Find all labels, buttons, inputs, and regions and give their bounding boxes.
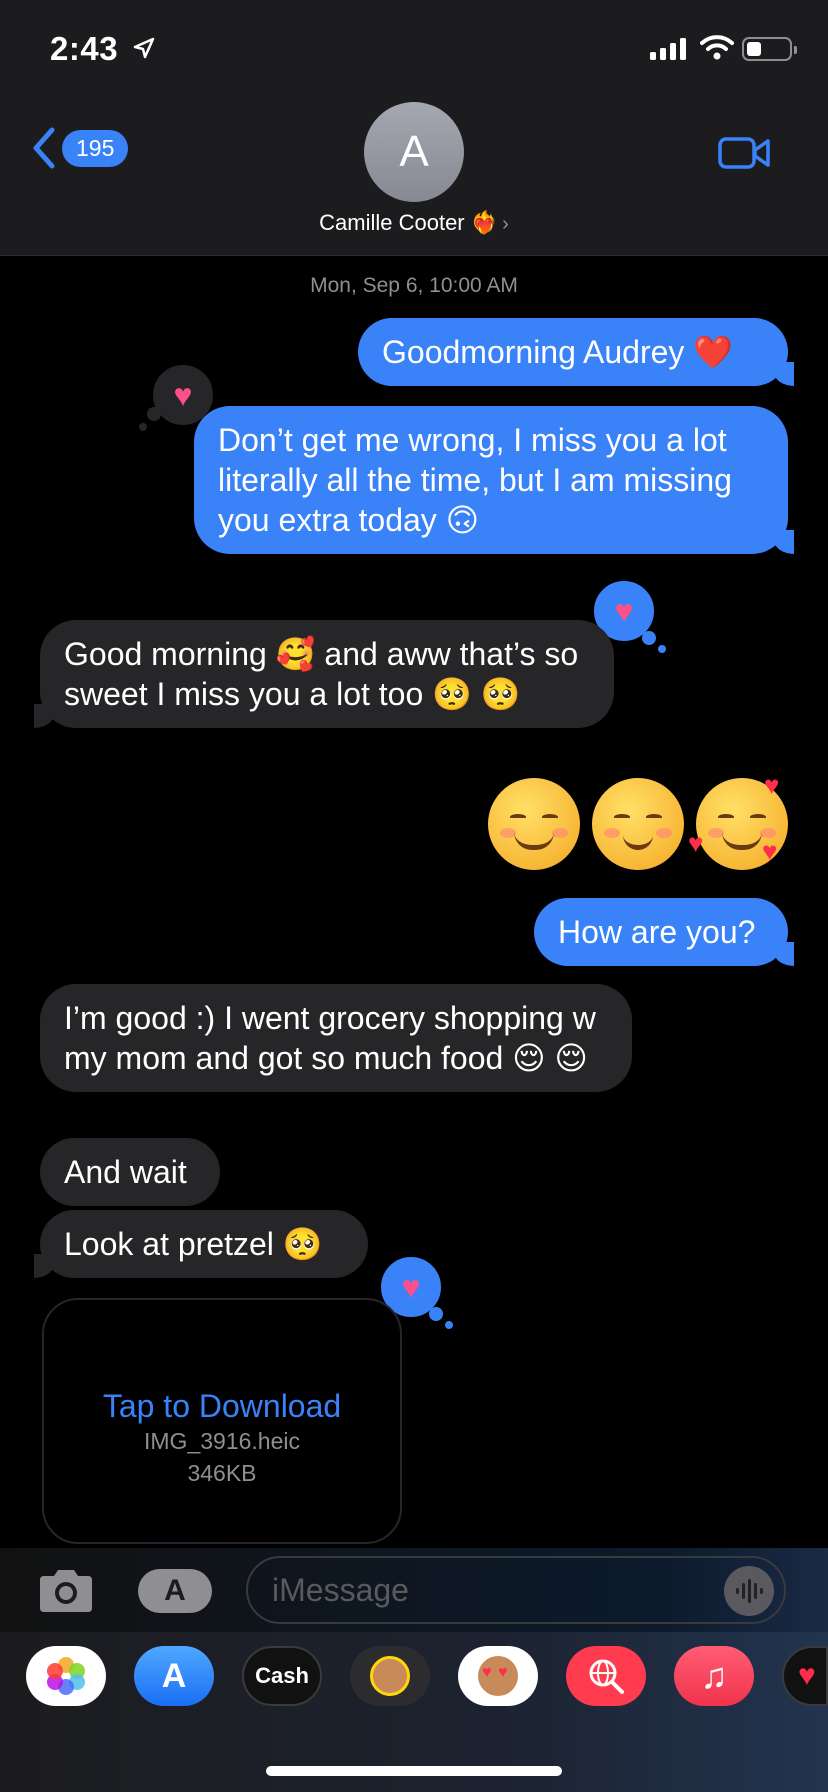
photos-app-icon[interactable] xyxy=(26,1646,106,1706)
message-text: How are you? xyxy=(558,914,756,950)
incoming-message-bubble[interactable]: Look at pretzel 🥺 xyxy=(34,1210,368,1278)
cellular-signal-icon xyxy=(650,38,686,60)
camera-button[interactable] xyxy=(36,1566,96,1614)
smiling-face-with-hearts-icon: ♥ ♥ ♥ xyxy=(688,770,788,870)
relaxed-face-icon xyxy=(592,778,684,870)
app-store-drawer-button[interactable]: A xyxy=(138,1569,212,1613)
incoming-message-bubble[interactable]: Good morning 🥰 and aww that’s so sweet I… xyxy=(34,620,614,728)
incoming-message-bubble[interactable]: I’m good :) I went grocery shopping w my… xyxy=(40,984,632,1092)
cash-label: Cash xyxy=(255,1663,309,1688)
app-store-icon: A xyxy=(164,1574,186,1607)
animoji-stickers-app-icon[interactable]: ♥ ♥ xyxy=(458,1646,538,1706)
music-app-icon[interactable]: ♫ xyxy=(674,1646,754,1706)
avatar-initial: A xyxy=(399,127,429,176)
battery-icon xyxy=(742,37,797,61)
cash-app-icon[interactable]: Cash xyxy=(242,1646,322,1706)
globe-search-icon xyxy=(589,1659,624,1694)
unread-count-badge: 195 xyxy=(62,129,129,167)
contact-emoji: ❤️‍🔥 xyxy=(470,211,499,236)
waveform-icon xyxy=(736,1579,763,1603)
attachment-filename: IMG_3916.heic xyxy=(144,1428,300,1454)
big-emoji-message[interactable]: ♥ ♥ ♥ xyxy=(488,770,788,870)
attachment-size: 346KB xyxy=(187,1460,257,1486)
contact-avatar[interactable]: A xyxy=(364,102,464,202)
location-arrow-icon xyxy=(133,37,155,59)
message-text: Good morning 🥰 and aww that’s so sweet I… xyxy=(64,636,579,712)
image-attachment[interactable]: Tap to Download IMG_3916.heic 346KB xyxy=(42,1298,402,1544)
incoming-message-bubble[interactable]: And wait xyxy=(40,1138,220,1206)
message-text: And wait xyxy=(64,1154,187,1190)
outgoing-message-bubble[interactable]: How are you? xyxy=(534,898,794,966)
home-indicator xyxy=(266,1766,562,1776)
status-time: 2:43 xyxy=(50,30,119,67)
app-store-app-icon[interactable]: A xyxy=(134,1646,214,1706)
memoji-app-icon[interactable] xyxy=(350,1646,430,1706)
photos-flower-icon xyxy=(47,1657,85,1695)
contact-name-button[interactable]: Camille Cooter ❤️‍🔥 › xyxy=(0,210,828,236)
back-button[interactable]: 195 xyxy=(30,126,129,170)
outgoing-message-bubble[interactable]: Goodmorning Audrey ❤️ xyxy=(358,318,794,386)
message-text: Don’t get me wrong, I miss you a lot lit… xyxy=(218,422,732,538)
message-text: Goodmorning Audrey ❤️ xyxy=(382,334,734,370)
facetime-video-button[interactable] xyxy=(718,136,770,170)
imessage-input[interactable] xyxy=(246,1556,786,1624)
message-text: Look at pretzel 🥺 xyxy=(64,1226,323,1262)
audio-message-button[interactable] xyxy=(724,1566,774,1616)
chevron-right-icon: › xyxy=(502,213,509,235)
message-timestamp: Mon, Sep 6, 10:00 AM xyxy=(310,274,518,297)
smiling-face-icon xyxy=(488,778,580,870)
contact-name: Camille Cooter xyxy=(319,210,465,235)
images-search-app-icon[interactable] xyxy=(566,1646,646,1706)
outgoing-message-bubble[interactable]: Don’t get me wrong, I miss you a lot lit… xyxy=(194,406,794,554)
message-text: I’m good :) I went grocery shopping w my… xyxy=(64,1000,596,1076)
tap-to-download-link[interactable]: Tap to Download xyxy=(44,1388,400,1425)
chevron-left-icon xyxy=(33,127,55,169)
wifi-icon xyxy=(700,35,734,60)
